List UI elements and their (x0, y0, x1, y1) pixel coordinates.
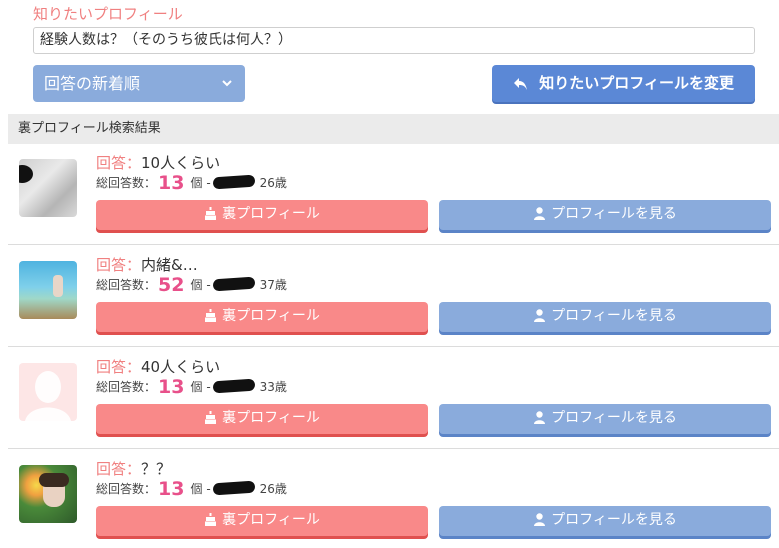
view-profile-label: プロフィールを見る (551, 308, 677, 324)
sort-select[interactable]: 回答の新着順 (33, 65, 245, 102)
count-prefix: 総回答数： (96, 380, 157, 394)
redacted-name (212, 174, 256, 190)
answer-line: 回答：内緒&… (96, 254, 198, 275)
sort-label: 回答の新着順 (44, 74, 141, 93)
view-profile-label: プロフィールを見る (551, 206, 677, 222)
answer-prefix: 回答： (96, 154, 142, 172)
view-profile-button[interactable]: プロフィールを見る (439, 200, 771, 230)
change-profile-label: 知りたいプロフィールを変更 (539, 74, 734, 92)
cake-icon (205, 513, 217, 526)
beach-photo-avatar[interactable] (19, 261, 77, 319)
result-card: 回答：内緒&… 総回答数： 52 個 - 37歳 裏プロフィール プロフィールを見る (8, 246, 779, 347)
count-prefix: 総回答数： (96, 176, 157, 190)
age-text: 37歳 (259, 278, 287, 292)
count-unit: 個 (190, 482, 203, 496)
question-field[interactable]: 経験人数は？（そのうち彼氏は何人？） (33, 27, 755, 54)
count-line: 総回答数： 13 個 - 26歳 (96, 478, 287, 500)
user-icon (534, 309, 546, 322)
default-silhouette-avatar[interactable] (19, 363, 77, 421)
redacted-name (212, 378, 256, 394)
answer-prefix: 回答： (96, 460, 142, 478)
separator: - (206, 380, 211, 394)
ura-profile-label: 裏プロフィール (222, 410, 320, 426)
user-icon (534, 411, 546, 424)
answer-count: 13 (158, 172, 185, 194)
age-text: 33歳 (259, 380, 287, 394)
user-icon (534, 207, 546, 220)
answer-text: 内緒&… (141, 256, 198, 274)
answer-text: ？？ (141, 460, 172, 478)
flower-photo-avatar[interactable] (19, 465, 77, 523)
answer-text: 40人くらい (141, 358, 221, 376)
results-header: 裏プロフィール検索結果 (8, 114, 779, 144)
age-text: 26歳 (259, 482, 287, 496)
answer-prefix: 回答： (96, 358, 142, 376)
user-icon (534, 513, 546, 526)
age-text: 26歳 (259, 176, 287, 190)
answer-line: 回答：？？ (96, 458, 171, 479)
redacted-name (212, 480, 256, 496)
separator: - (206, 176, 211, 190)
card-divider (8, 244, 779, 245)
view-profile-button[interactable]: プロフィールを見る (439, 404, 771, 434)
view-profile-label: プロフィールを見る (551, 410, 677, 426)
count-prefix: 総回答数： (96, 482, 157, 496)
result-card: 回答：？？ 総回答数： 13 個 - 26歳 裏プロフィール プロフィールを見る (8, 450, 779, 548)
separator: - (206, 482, 211, 496)
ura-profile-label: 裏プロフィール (222, 206, 320, 222)
ura-profile-button[interactable]: 裏プロフィール (96, 302, 428, 332)
count-unit: 個 (190, 176, 203, 190)
result-card: 回答：40人くらい 総回答数： 13 個 - 33歳 裏プロフィール プロフィールを見… (8, 348, 779, 449)
count-line: 総回答数： 13 個 - 26歳 (96, 172, 287, 194)
cake-icon (205, 411, 217, 424)
count-line: 総回答数： 52 個 - 37歳 (96, 274, 287, 296)
silhouette-icon (25, 371, 71, 421)
card-divider (8, 448, 779, 449)
count-line: 総回答数： 13 個 - 33歳 (96, 376, 287, 398)
blurred-photo-avatar[interactable] (19, 159, 77, 217)
result-card: 回答：10人くらい 総回答数： 13 個 - 26歳 裏プロフィール プロフィールを見… (8, 144, 779, 245)
cake-icon (205, 309, 217, 322)
ura-profile-button[interactable]: 裏プロフィール (96, 200, 428, 230)
card-divider (8, 346, 779, 347)
redacted-name (212, 276, 256, 292)
change-profile-button[interactable]: 知りたいプロフィールを変更 (492, 65, 755, 102)
cake-icon (205, 207, 217, 220)
answer-prefix: 回答： (96, 256, 142, 274)
view-profile-label: プロフィールを見る (551, 512, 677, 528)
reply-arrow-icon (514, 78, 528, 90)
ura-profile-button[interactable]: 裏プロフィール (96, 506, 428, 536)
ura-profile-label: 裏プロフィール (222, 512, 320, 528)
answer-count: 13 (158, 478, 185, 500)
separator: - (206, 278, 211, 292)
profile-section-label: 知りたいプロフィール (33, 5, 183, 23)
answer-count: 13 (158, 376, 185, 398)
count-prefix: 総回答数： (96, 278, 157, 292)
count-unit: 個 (190, 278, 203, 292)
ura-profile-button[interactable]: 裏プロフィール (96, 404, 428, 434)
ura-profile-label: 裏プロフィール (222, 308, 320, 324)
answer-line: 回答：40人くらい (96, 356, 220, 377)
count-unit: 個 (190, 380, 203, 394)
answer-count: 52 (158, 274, 185, 296)
view-profile-button[interactable]: プロフィールを見る (439, 506, 771, 536)
view-profile-button[interactable]: プロフィールを見る (439, 302, 771, 332)
answer-line: 回答：10人くらい (96, 152, 220, 173)
chevron-down-icon (222, 80, 232, 87)
answer-text: 10人くらい (141, 154, 221, 172)
